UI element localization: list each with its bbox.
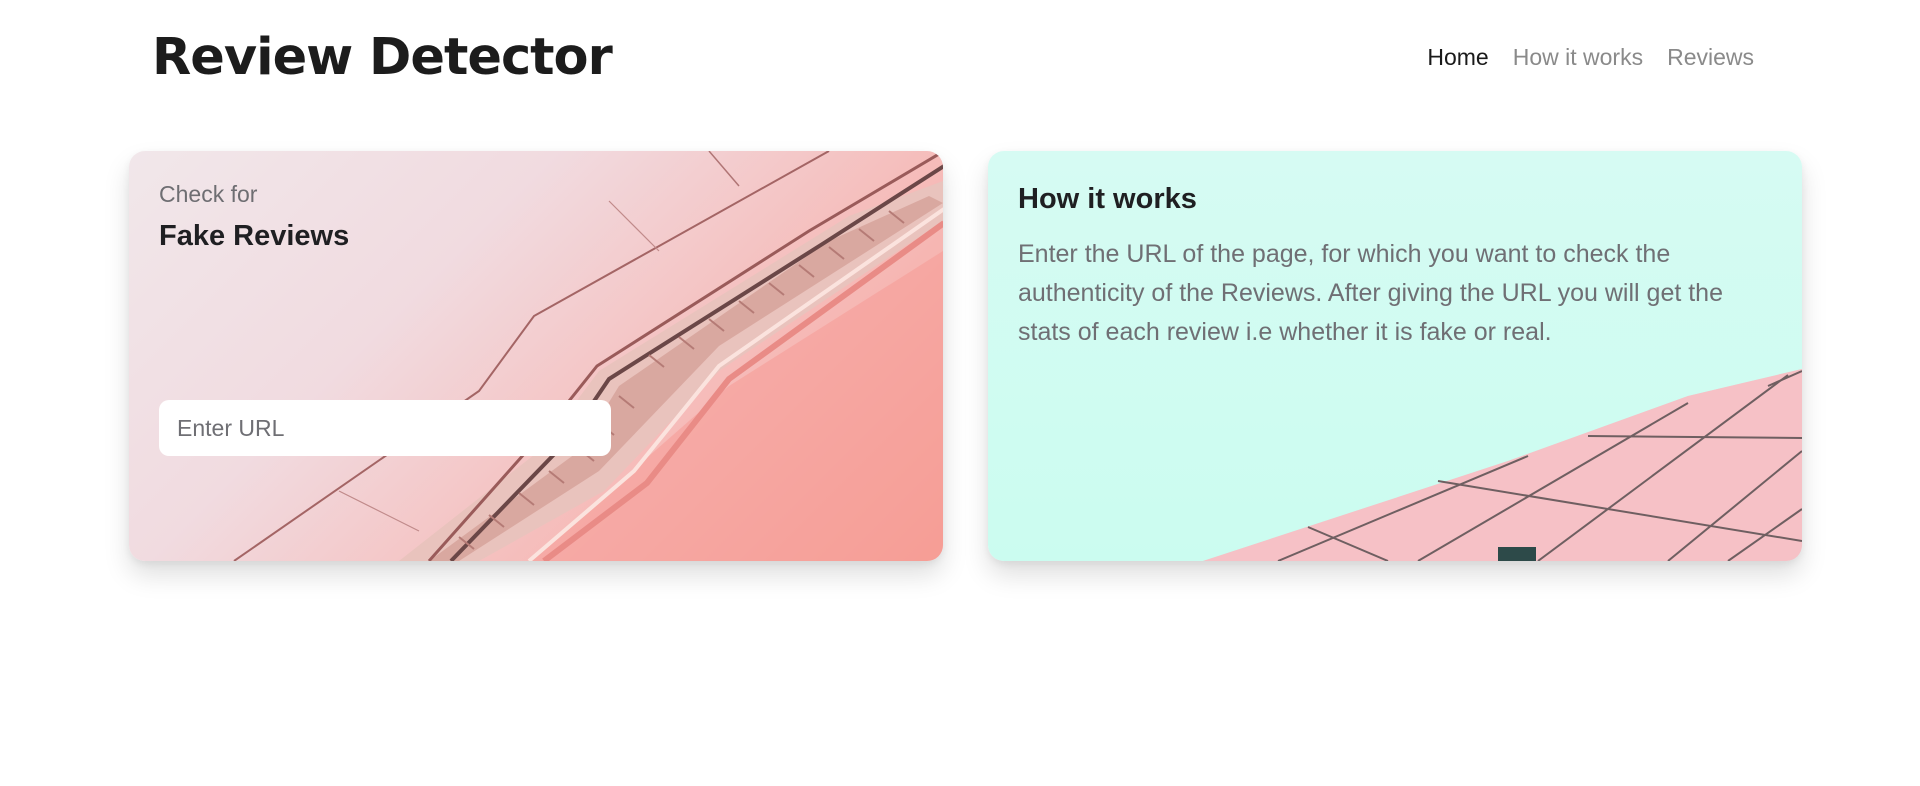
nav-reviews[interactable]: Reviews (1655, 40, 1766, 74)
navbar: Review Detector Home How it works Review… (0, 0, 1920, 116)
nav-home[interactable]: Home (1415, 40, 1500, 74)
escalator-background-image (233, 151, 943, 561)
main-nav: Home How it works Reviews (1415, 40, 1766, 74)
brand-logo[interactable]: Review Detector (152, 26, 613, 90)
card-eyebrow: Check for (159, 181, 258, 207)
nav-how-it-works[interactable]: How it works (1501, 40, 1655, 74)
how-it-works-card: How it works Enter the URL of the page, … (988, 151, 1802, 561)
how-it-works-description: Enter the URL of the page, for which you… (1018, 240, 1723, 346)
how-it-works-title: How it works (1018, 183, 1197, 215)
card-title: Fake Reviews (159, 220, 350, 252)
check-reviews-card: Check for Fake Reviews (129, 151, 943, 561)
url-input[interactable] (159, 400, 611, 456)
